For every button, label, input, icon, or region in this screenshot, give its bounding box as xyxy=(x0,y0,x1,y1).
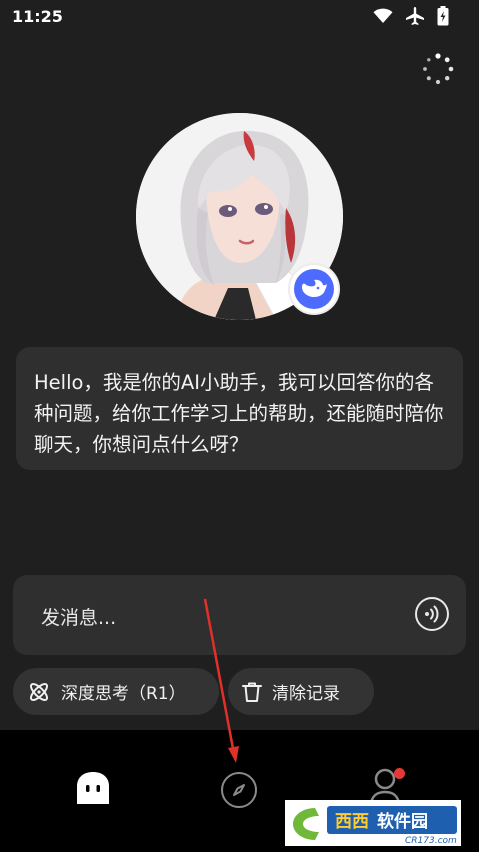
message-input-bar[interactable]: 发消息... xyxy=(13,575,466,655)
voice-input-icon xyxy=(425,605,439,623)
atom-icon xyxy=(30,682,48,701)
airplane-mode-icon xyxy=(406,7,424,25)
greeting-message: Hello，我是你的AI小助手，我可以回答你的各种问题，给你工作学习上的帮助，还… xyxy=(16,347,463,470)
assistant-avatar xyxy=(136,113,343,320)
loading-spinner-icon[interactable] xyxy=(421,52,455,86)
status-icons xyxy=(373,6,449,26)
compass-icon xyxy=(233,784,245,796)
svg-text:西西: 西西 xyxy=(335,812,369,832)
status-time: 11:25 xyxy=(12,7,63,26)
status-bar: 11:25 xyxy=(0,0,479,32)
deepseek-whale-icon xyxy=(302,279,327,297)
notification-dot xyxy=(394,768,405,779)
deep-think-button[interactable]: 深度思考（R1） xyxy=(13,668,219,715)
clear-history-label: 清除记录 xyxy=(272,684,340,704)
voice-input-button[interactable] xyxy=(415,597,449,631)
deepseek-badge xyxy=(288,263,340,315)
home-ghost-icon[interactable] xyxy=(74,770,112,806)
svg-text:CR173.com: CR173.com xyxy=(405,836,457,846)
svg-text:软件园: 软件园 xyxy=(377,811,428,832)
watermark-graphic: 西西 软件园 CR173.com xyxy=(285,800,461,846)
watermark-logo: 西西 软件园 CR173.com xyxy=(285,800,461,846)
clear-history-button[interactable]: 清除记录 xyxy=(228,668,374,715)
wifi-icon xyxy=(373,8,393,23)
nav-discover[interactable] xyxy=(221,772,257,808)
battery-charging-icon xyxy=(437,6,449,26)
trash-icon xyxy=(242,682,262,702)
deep-think-label: 深度思考（R1） xyxy=(61,684,186,704)
message-input[interactable]: 发消息... xyxy=(41,603,116,630)
